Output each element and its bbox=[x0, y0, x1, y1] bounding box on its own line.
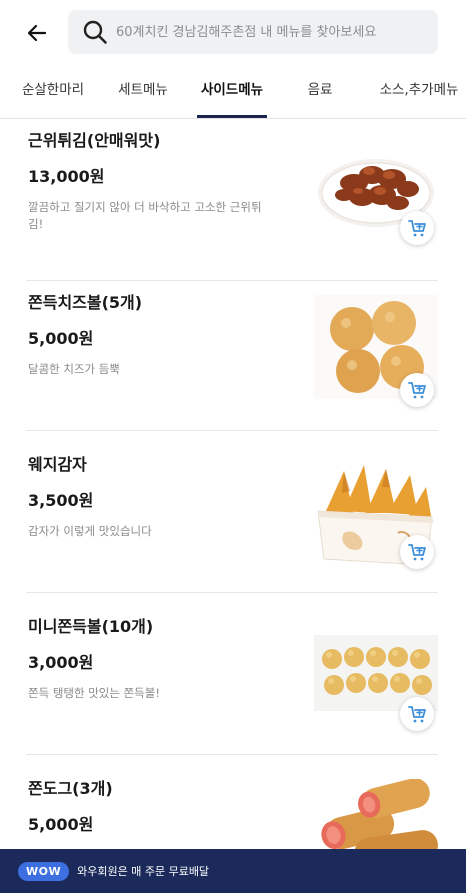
menu-item-name: 웨지감자 bbox=[28, 455, 87, 474]
menu-item-name: 쫀득치즈볼(5개) bbox=[28, 293, 143, 312]
menu-item-description: 쫀득 탱탱한 맛있는 쫀득볼! bbox=[28, 686, 160, 700]
add-to-cart-button[interactable] bbox=[400, 535, 434, 569]
menu-item-price: 3,500원 bbox=[28, 491, 94, 510]
add-to-cart-icon bbox=[408, 544, 426, 561]
menu-item-name: 미니쫀득볼(10개) bbox=[28, 617, 154, 636]
add-to-cart-button[interactable] bbox=[400, 697, 434, 731]
menu-list: 근위튀김(안매워맛) 13,000원 깔끔하고 질기지 않아 더 바삭하고 고소… bbox=[0, 119, 466, 849]
menu-item-description: 깔끔하고 질기지 않아 더 바삭하고 고소한 근위튀김! bbox=[28, 200, 262, 231]
menu-item-price: 5,000원 bbox=[28, 815, 94, 834]
tab-drinks[interactable]: 음료 bbox=[300, 66, 340, 118]
search-box[interactable] bbox=[68, 10, 438, 54]
menu-item[interactable]: 쫀도그(3개) 5,000원 bbox=[0, 755, 466, 849]
menu-item[interactable]: 근위튀김(안매워맛) 13,000원 깔끔하고 질기지 않아 더 바삭하고 고소… bbox=[0, 119, 466, 281]
menu-item-name: 근위튀김(안매워맛) bbox=[28, 131, 161, 150]
top-bar bbox=[0, 0, 466, 66]
menu-item[interactable]: 웨지감자 3,500원 감자가 이렇게 맛있습니다 bbox=[0, 431, 466, 593]
banner-text: 와우회원은 매 주문 무료배달 bbox=[77, 865, 210, 878]
menu-item[interactable]: 미니쫀득볼(10개) 3,000원 쫀득 탱탱한 맛있는 쫀득볼! bbox=[0, 593, 466, 755]
menu-item-price: 3,000원 bbox=[28, 653, 94, 672]
search-icon bbox=[83, 20, 107, 44]
category-tabs: 순살한마리 세트메뉴 사이드메뉴 음료 소스,추가메뉴 bbox=[0, 66, 466, 119]
search-input[interactable] bbox=[116, 24, 426, 40]
corn-dog-image bbox=[314, 779, 438, 849]
menu-item-price: 5,000원 bbox=[28, 329, 94, 348]
add-to-cart-icon bbox=[408, 382, 426, 399]
wow-membership-banner[interactable]: WOW 와우회원은 매 주문 무료배달 bbox=[0, 849, 466, 893]
add-to-cart-icon bbox=[408, 706, 426, 723]
back-button[interactable] bbox=[18, 14, 56, 52]
add-to-cart-button[interactable] bbox=[400, 373, 434, 407]
tab-side-menu[interactable]: 사이드메뉴 bbox=[197, 66, 267, 118]
add-to-cart-icon bbox=[408, 220, 426, 237]
tab-boneless-whole[interactable]: 순살한마리 bbox=[16, 66, 90, 118]
menu-item-name: 쫀도그(3개) bbox=[28, 779, 113, 798]
active-tab-indicator bbox=[197, 115, 267, 118]
menu-item[interactable]: 쫀득치즈볼(5개) 5,000원 달콤한 치즈가 듬뿍 bbox=[0, 269, 466, 431]
add-to-cart-button[interactable] bbox=[400, 211, 434, 245]
tab-sauce-extras[interactable]: 소스,추가메뉴 bbox=[374, 66, 464, 118]
tab-set-menu[interactable]: 세트메뉴 bbox=[112, 66, 174, 118]
menu-item-description: 달콤한 치즈가 듬뿍 bbox=[28, 362, 120, 376]
menu-item-description: 감자가 이렇게 맛있습니다 bbox=[28, 524, 152, 538]
wow-badge: WOW bbox=[18, 861, 70, 881]
menu-item-price: 13,000원 bbox=[28, 167, 105, 186]
arrow-left-icon bbox=[27, 24, 47, 42]
